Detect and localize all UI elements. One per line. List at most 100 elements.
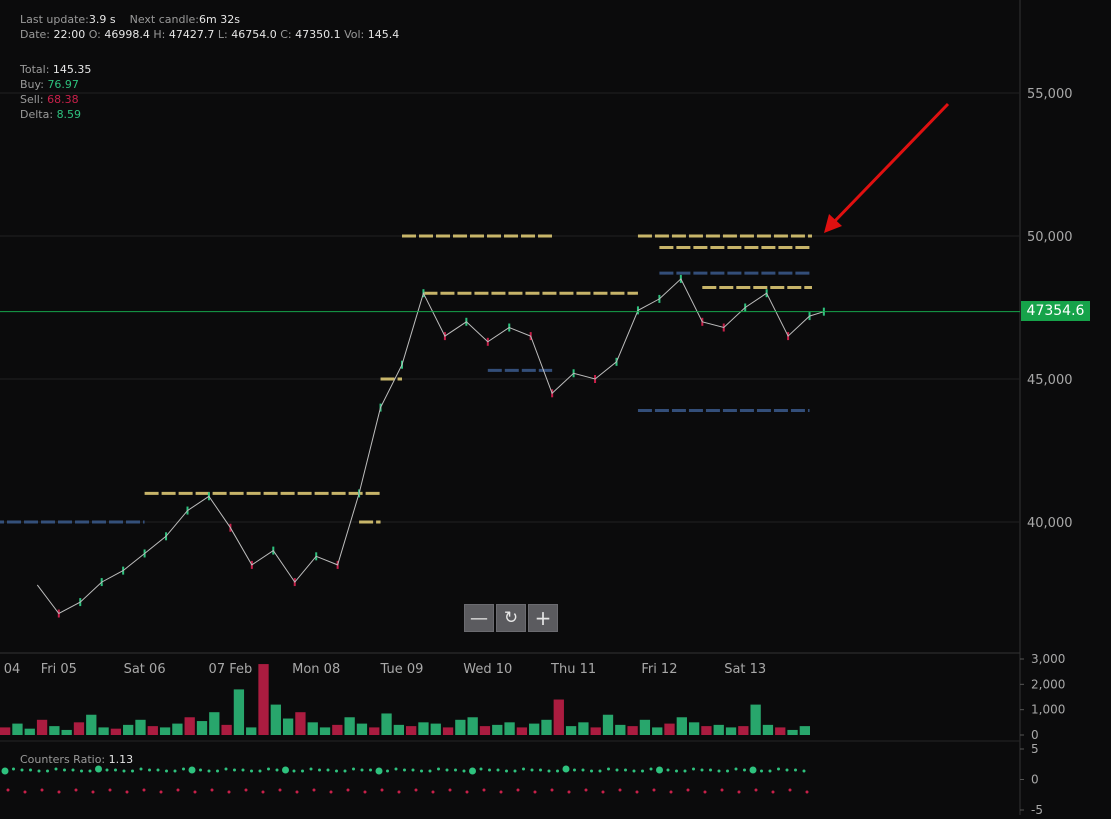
ratio-dot-buy <box>20 768 24 772</box>
volume-bar <box>49 726 60 735</box>
ratio-dot-buy <box>207 769 211 773</box>
ratio-dot-buy <box>411 768 415 772</box>
volume-bar <box>492 724 503 735</box>
time-tick-label: Tue 09 <box>380 662 424 677</box>
ratio-dot-buy <box>282 766 289 774</box>
volume-bar <box>762 724 774 735</box>
annotation-arrow-shaft <box>830 102 950 226</box>
ratio-dot-buy <box>768 769 772 773</box>
ratio-dot-sell <box>771 790 775 794</box>
volume-bar <box>639 719 651 735</box>
volume-bar <box>787 729 798 735</box>
ratio-dot-sell <box>329 790 333 794</box>
ratio-dot-sell <box>40 788 44 792</box>
volume-bar <box>369 727 380 735</box>
volume-bar <box>615 724 626 735</box>
ratio-dot-buy <box>675 769 678 773</box>
last-update-label: Last update: <box>20 13 89 26</box>
ratio-dot-sell <box>193 790 197 794</box>
volume-bar <box>393 724 404 735</box>
ratio-dot-buy <box>749 766 757 774</box>
volume-bar <box>676 717 687 735</box>
ratio-dot-sell <box>227 790 231 794</box>
date-value: 22:00 <box>53 28 86 41</box>
ratio-dot-buy <box>649 767 653 771</box>
ratio-dot-buy <box>734 767 738 771</box>
ratio-dot-buy <box>1 767 9 775</box>
ohlc-info: Date: 22:00 O: 46998.4 H: 47427.7 L: 467… <box>20 27 399 42</box>
ratio-dot-buy <box>375 767 383 775</box>
ratio-tick-label: -5 <box>1031 803 1043 815</box>
high-value: 47427.7 <box>168 28 215 41</box>
ratio-dot-sell <box>635 790 639 794</box>
ratio-dot-sell <box>380 788 384 792</box>
ratio-dot-buy <box>632 769 636 773</box>
ratio-dot-buy <box>360 768 364 772</box>
ratio-dot-sell <box>720 788 724 792</box>
close-value: 47350.1 <box>295 28 341 41</box>
volume-tick-label: 0 <box>1031 728 1039 742</box>
chart-canvas[interactable]: 55,00050,00045,00040,00004 Fri 05 Sat 06 07… <box>0 0 1111 817</box>
ratio-dot-buy <box>479 767 483 771</box>
ratio-dot-buy <box>114 768 117 772</box>
ratio-dot-buy <box>173 769 177 773</box>
low-label: L: <box>217 28 228 41</box>
ratio-dot-sell <box>346 788 350 792</box>
volume-bar <box>750 704 761 735</box>
minus-icon: — <box>470 607 488 629</box>
ratio-dot-sell <box>805 790 809 794</box>
volume-bar <box>356 723 368 735</box>
ratio-tick-label: 5 <box>1031 742 1039 756</box>
vol-label: Vol: <box>344 28 365 41</box>
ratio-dot-sell <box>482 788 486 792</box>
ratio-dot-sell <box>669 790 673 794</box>
ratio-dot-sell <box>550 788 554 792</box>
ratio-dot-sell <box>516 788 520 792</box>
ratio-dot-buy <box>420 769 423 773</box>
ratio-dot-buy <box>726 769 729 773</box>
volume-bar <box>578 722 589 735</box>
volume-bar <box>110 728 122 735</box>
sell-row: Sell: 68.38 <box>20 92 91 107</box>
next-candle-value: 6m 32s <box>199 13 240 26</box>
trading-chart[interactable]: 55,000 50,000 45,000 40,000 04 Fri 05 Sat 06 07… <box>0 0 1111 817</box>
volume-bar <box>418 722 429 735</box>
time-tick-label: 07 Feb <box>209 662 253 677</box>
ratio-dot-sell <box>448 788 452 792</box>
reset-zoom-button[interactable]: ↻ <box>496 604 526 632</box>
volume-bar <box>233 689 245 735</box>
time-tick-label: 04 <box>4 662 21 677</box>
delta-label: Delta: <box>20 108 54 121</box>
ratio-dot-buy <box>539 768 542 772</box>
ratio-dot-buy <box>743 768 746 772</box>
volume-bar <box>738 726 749 735</box>
volume-bar <box>479 726 491 735</box>
low-value: 46754.0 <box>231 28 277 41</box>
totals-panel: Total: 145.35 Buy: 76.97 Sell: 68.38 Del… <box>20 62 91 122</box>
zoom-in-button[interactable]: + <box>528 604 558 632</box>
ratio-dot-buy <box>709 768 712 772</box>
volume-bar <box>553 699 564 735</box>
volume-bar <box>246 727 257 735</box>
volume-bar <box>541 719 552 735</box>
ratio-dot-buy <box>794 768 797 772</box>
ratio-dot-buy <box>352 767 355 771</box>
ratio-dot-sell <box>244 788 248 792</box>
volume-bar <box>159 727 171 735</box>
ratio-dot-buy <box>301 769 304 773</box>
ratio-dot-sell <box>652 788 656 792</box>
ratio-dot-buy <box>37 769 41 773</box>
ratio-dot-buy <box>760 769 763 773</box>
ratio-dot-buy <box>148 768 151 772</box>
ratio-dot-sell <box>6 788 10 792</box>
last-update-value: 3.9 s <box>88 13 116 26</box>
ratio-dot-sell <box>295 790 299 794</box>
ratio-dot-sell <box>465 790 469 794</box>
volume-bar <box>590 727 601 735</box>
volume-bar <box>430 723 441 735</box>
volume-bar <box>652 727 663 735</box>
ratio-dot-buy <box>29 768 32 772</box>
volume-bar <box>713 724 724 735</box>
zoom-out-button[interactable]: — <box>464 604 494 632</box>
sell-value: 68.38 <box>47 93 79 106</box>
